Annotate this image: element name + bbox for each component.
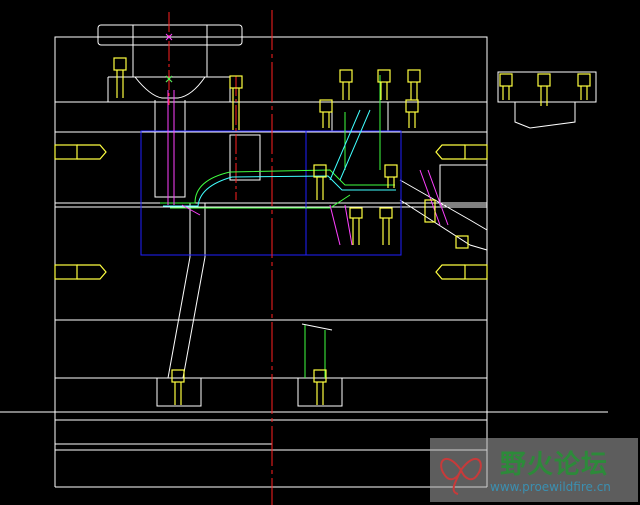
butterfly-logo-icon [440, 457, 482, 495]
viewport-edge [608, 0, 640, 505]
cad-drawing-canvas[interactable] [0, 0, 640, 505]
watermark-url: www.proewildfire.cn [490, 480, 611, 494]
watermark: 野火论坛 www.proewildfire.cn [430, 438, 638, 502]
watermark-title: 野火论坛 [500, 450, 609, 480]
